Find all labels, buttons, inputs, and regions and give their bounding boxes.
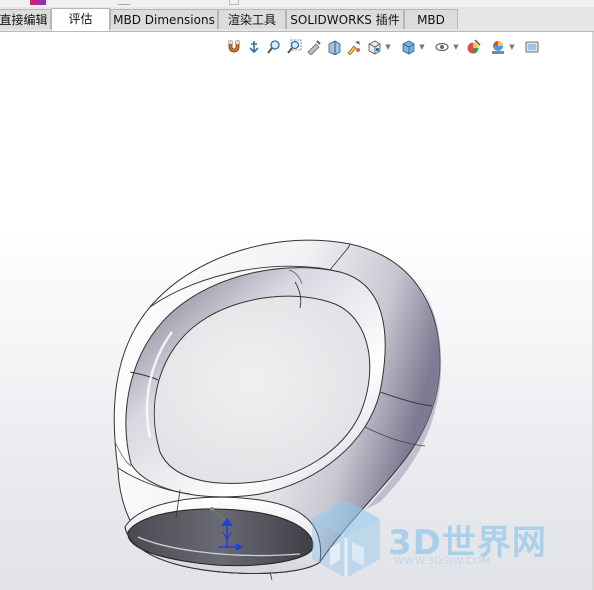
graphics-area[interactable]: ▼ ▼ ▼ ▼ 3D世界网 WWW.3DSJW.COM xyxy=(0,32,594,590)
watermark-cube-icon xyxy=(312,500,380,578)
quick-access-icon[interactable] xyxy=(229,0,239,5)
tab-render-tools[interactable]: 渲染工具 xyxy=(218,9,286,29)
title-strip xyxy=(0,0,594,7)
command-manager-tabs: 直接编辑 评估 MBD Dimensions 渲染工具 SOLIDWORKS 插… xyxy=(0,7,594,32)
tab-direct-edit[interactable]: 直接编辑 xyxy=(0,9,51,29)
tab-mbd-dimensions[interactable]: MBD Dimensions xyxy=(110,9,218,29)
watermark-subtext: WWW.3DSJW.COM xyxy=(394,556,491,567)
quick-access-icon[interactable] xyxy=(118,0,130,5)
app-icon xyxy=(30,0,46,5)
tab-mbd[interactable]: MBD xyxy=(404,9,458,29)
watermark: 3D世界网 WWW.3DSJW.COM xyxy=(310,494,580,584)
tab-evaluate[interactable]: 评估 xyxy=(51,8,110,31)
tab-solidworks-addins[interactable]: SOLIDWORKS 插件 xyxy=(286,9,404,29)
